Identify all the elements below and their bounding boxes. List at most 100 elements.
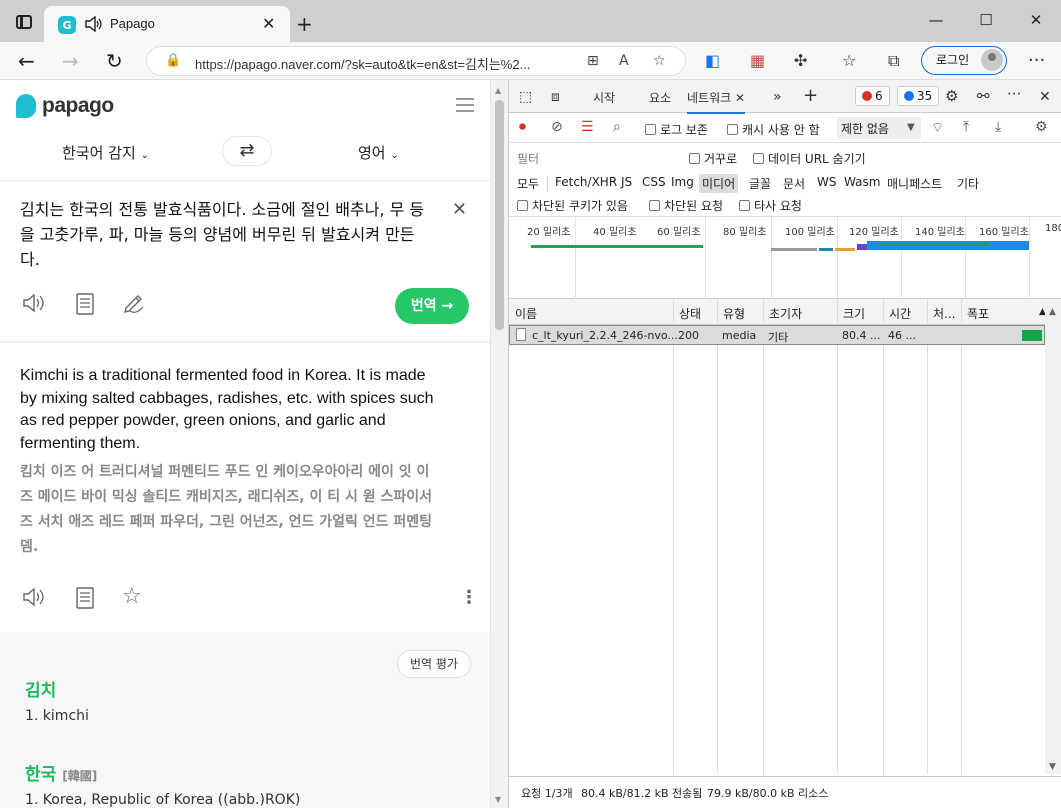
type-filter-css[interactable]: CSS [642,175,666,189]
handwriting-icon[interactable] [122,293,146,320]
device-emulation-icon[interactable]: ⧈ [551,89,560,105]
type-filter-ws[interactable]: WS [817,175,836,189]
listen-speaker-icon[interactable] [22,587,46,612]
lock-icon[interactable]: 🔒 [165,53,181,68]
third-party-checkbox[interactable]: 타사 요청 [739,197,802,214]
preserve-log-checkbox[interactable]: 로그 보존 [645,121,708,138]
hamburger-menu-icon[interactable] [456,98,474,112]
hide-data-urls-checkbox[interactable]: 데이터 URL 숨기기 [753,150,866,167]
filter-icon[interactable]: ☰ [581,119,594,135]
translated-text[interactable]: Kimchi is a traditional fermented food i… [20,365,440,455]
extensions-puzzle-icon[interactable]: ✣ [794,51,807,70]
column-initiator[interactable]: 초기자 [769,305,802,322]
favorite-add-icon[interactable]: ☆ [653,53,666,69]
column-time[interactable]: 시간 [889,305,911,322]
extension-icon[interactable]: ▦ [750,51,765,70]
dictionary-word[interactable]: 김치 [25,676,56,701]
window-close-button[interactable]: ✕ [1011,0,1061,40]
devtools-close-icon[interactable]: ✕ [1039,89,1051,105]
column-name[interactable]: 이름 [515,305,537,322]
inspect-element-icon[interactable]: ⬚ [519,89,532,105]
tab-network[interactable]: 네트워크 ✕ [687,89,746,114]
more-menu-icon[interactable]: ··· [1028,50,1045,71]
tab-welcome[interactable]: 시작 [593,89,615,106]
type-filter-js[interactable]: JS [621,175,632,189]
refresh-icon[interactable]: ↻ [106,49,123,73]
listen-speaker-icon[interactable] [22,293,46,318]
record-icon[interactable]: ⏺ [519,119,526,135]
app-available-icon[interactable]: ⊞ [587,53,599,69]
disable-cache-checkbox[interactable]: 캐시 사용 안 함 [727,121,820,138]
more-tabs-icon[interactable]: » [773,89,782,105]
login-button[interactable]: 로그인 [921,46,1007,75]
tab-elements[interactable]: 요소 [649,89,671,106]
connect-icon[interactable]: ⚯ [977,87,990,105]
url-text[interactable]: https://papago.naver.com/?sk=auto&tk=en&… [195,54,530,73]
column-type[interactable]: 유형 [723,305,745,322]
tab-actions-icon[interactable] [16,15,32,29]
settings-gear-icon[interactable]: ⚙ [945,87,958,105]
blocked-requests-checkbox[interactable]: 차단된 요청 [649,197,723,214]
message-count-badge[interactable]: 35 [897,86,940,106]
search-icon[interactable]: ⌕ [613,119,621,135]
rate-translation-button[interactable]: 번역 평가 [397,650,471,678]
type-filter-font[interactable]: 글꼴 [749,175,771,192]
type-filter-all[interactable]: 모두 [517,175,539,192]
scroll-up-icon[interactable]: ▲ [495,86,501,95]
new-tab-button[interactable]: + [296,12,313,36]
copy-icon[interactable] [75,587,95,614]
type-filter-media[interactable]: 미디어 [699,174,739,193]
devtools-more-icon[interactable]: ··· [1007,85,1021,103]
translate-button[interactable]: 번역 → [395,288,469,324]
address-bar[interactable]: 🔒 https://papago.naver.com/?sk=auto&tk=e… [146,46,686,76]
forward-icon[interactable]: → [62,49,79,73]
invert-checkbox[interactable]: 거꾸로 [689,150,737,167]
network-conditions-icon[interactable]: ⌔ [931,119,944,137]
type-filter-wasm[interactable]: Wasm [844,175,880,189]
type-filter-other[interactable]: 기타 [957,175,979,192]
tab-close-icon[interactable]: ✕ [262,14,275,33]
read-aloud-icon[interactable]: A [619,53,629,69]
filter-input[interactable] [543,149,677,167]
collections-icon[interactable]: ⧉ [888,51,899,71]
clear-icon[interactable]: ⊘ [551,119,563,135]
blocked-cookies-checkbox[interactable]: 차단된 쿠키가 있음 [517,197,628,214]
more-vertical-icon[interactable]: ⋮ [460,587,478,608]
type-filter-fetch[interactable]: Fetch/XHR [555,175,617,189]
speaker-icon[interactable] [84,15,102,35]
table-scrollbar[interactable]: ▲ ▼ [1045,299,1061,774]
import-har-icon[interactable]: ⤒ [963,119,969,135]
dropdown-arrow-icon[interactable]: ▼ [907,122,915,133]
swap-languages-button[interactable]: ⇄ [222,136,272,166]
close-tab-icon[interactable]: ✕ [735,91,745,105]
maximize-button[interactable]: ☐ [961,0,1011,40]
column-size[interactable]: 크기 [843,305,865,322]
clear-text-icon[interactable]: ✕ [452,199,467,220]
source-text-area[interactable]: 김치는 한국의 전통 발효식품이다. 소금에 절인 배추나, 무 등을 고춧가루… [0,180,490,340]
dictionary-word[interactable]: 한국 [韓國] [25,760,97,785]
column-status[interactable]: 상태 [679,305,701,322]
translate-extension-icon[interactable]: ◧ [705,51,720,70]
browser-tab[interactable]: G Papago ✕ [44,6,290,42]
error-count-badge[interactable]: 6 [855,86,890,106]
table-row[interactable]: c_lt_kyuri_2.2.4_246-nvo... 200 media 기타… [509,325,1045,345]
network-overview-timeline[interactable]: 20 밀리초 40 밀리초 60 밀리초 80 밀리초 100 밀리초 120 … [509,217,1061,299]
copy-icon[interactable] [75,293,95,320]
scroll-down-icon[interactable]: ▼ [1049,762,1056,772]
minimize-button[interactable]: — [911,0,961,40]
scroll-up-icon[interactable]: ▲ [1049,307,1056,317]
column-waterfall[interactable]: 폭포 [967,305,989,322]
target-language-select[interactable]: 영어 ⌄ [358,142,399,163]
scroll-down-icon[interactable]: ▼ [495,795,501,804]
network-settings-icon[interactable]: ⚙ [1035,119,1048,135]
type-filter-doc[interactable]: 문서 [783,175,805,192]
type-filter-manifest[interactable]: 매니페스트 [887,175,942,192]
papago-logo[interactable]: papago [16,94,114,118]
favorites-icon[interactable]: ☆ [842,51,856,70]
page-scrollbar[interactable]: ▲ ▼ [490,80,508,808]
column-priority[interactable]: 처... [933,305,955,322]
scrollbar-thumb[interactable] [495,100,504,330]
add-tab-icon[interactable]: + [803,85,818,106]
type-filter-img[interactable]: Img [671,175,694,189]
export-har-icon[interactable]: ⤓ [995,119,1001,135]
